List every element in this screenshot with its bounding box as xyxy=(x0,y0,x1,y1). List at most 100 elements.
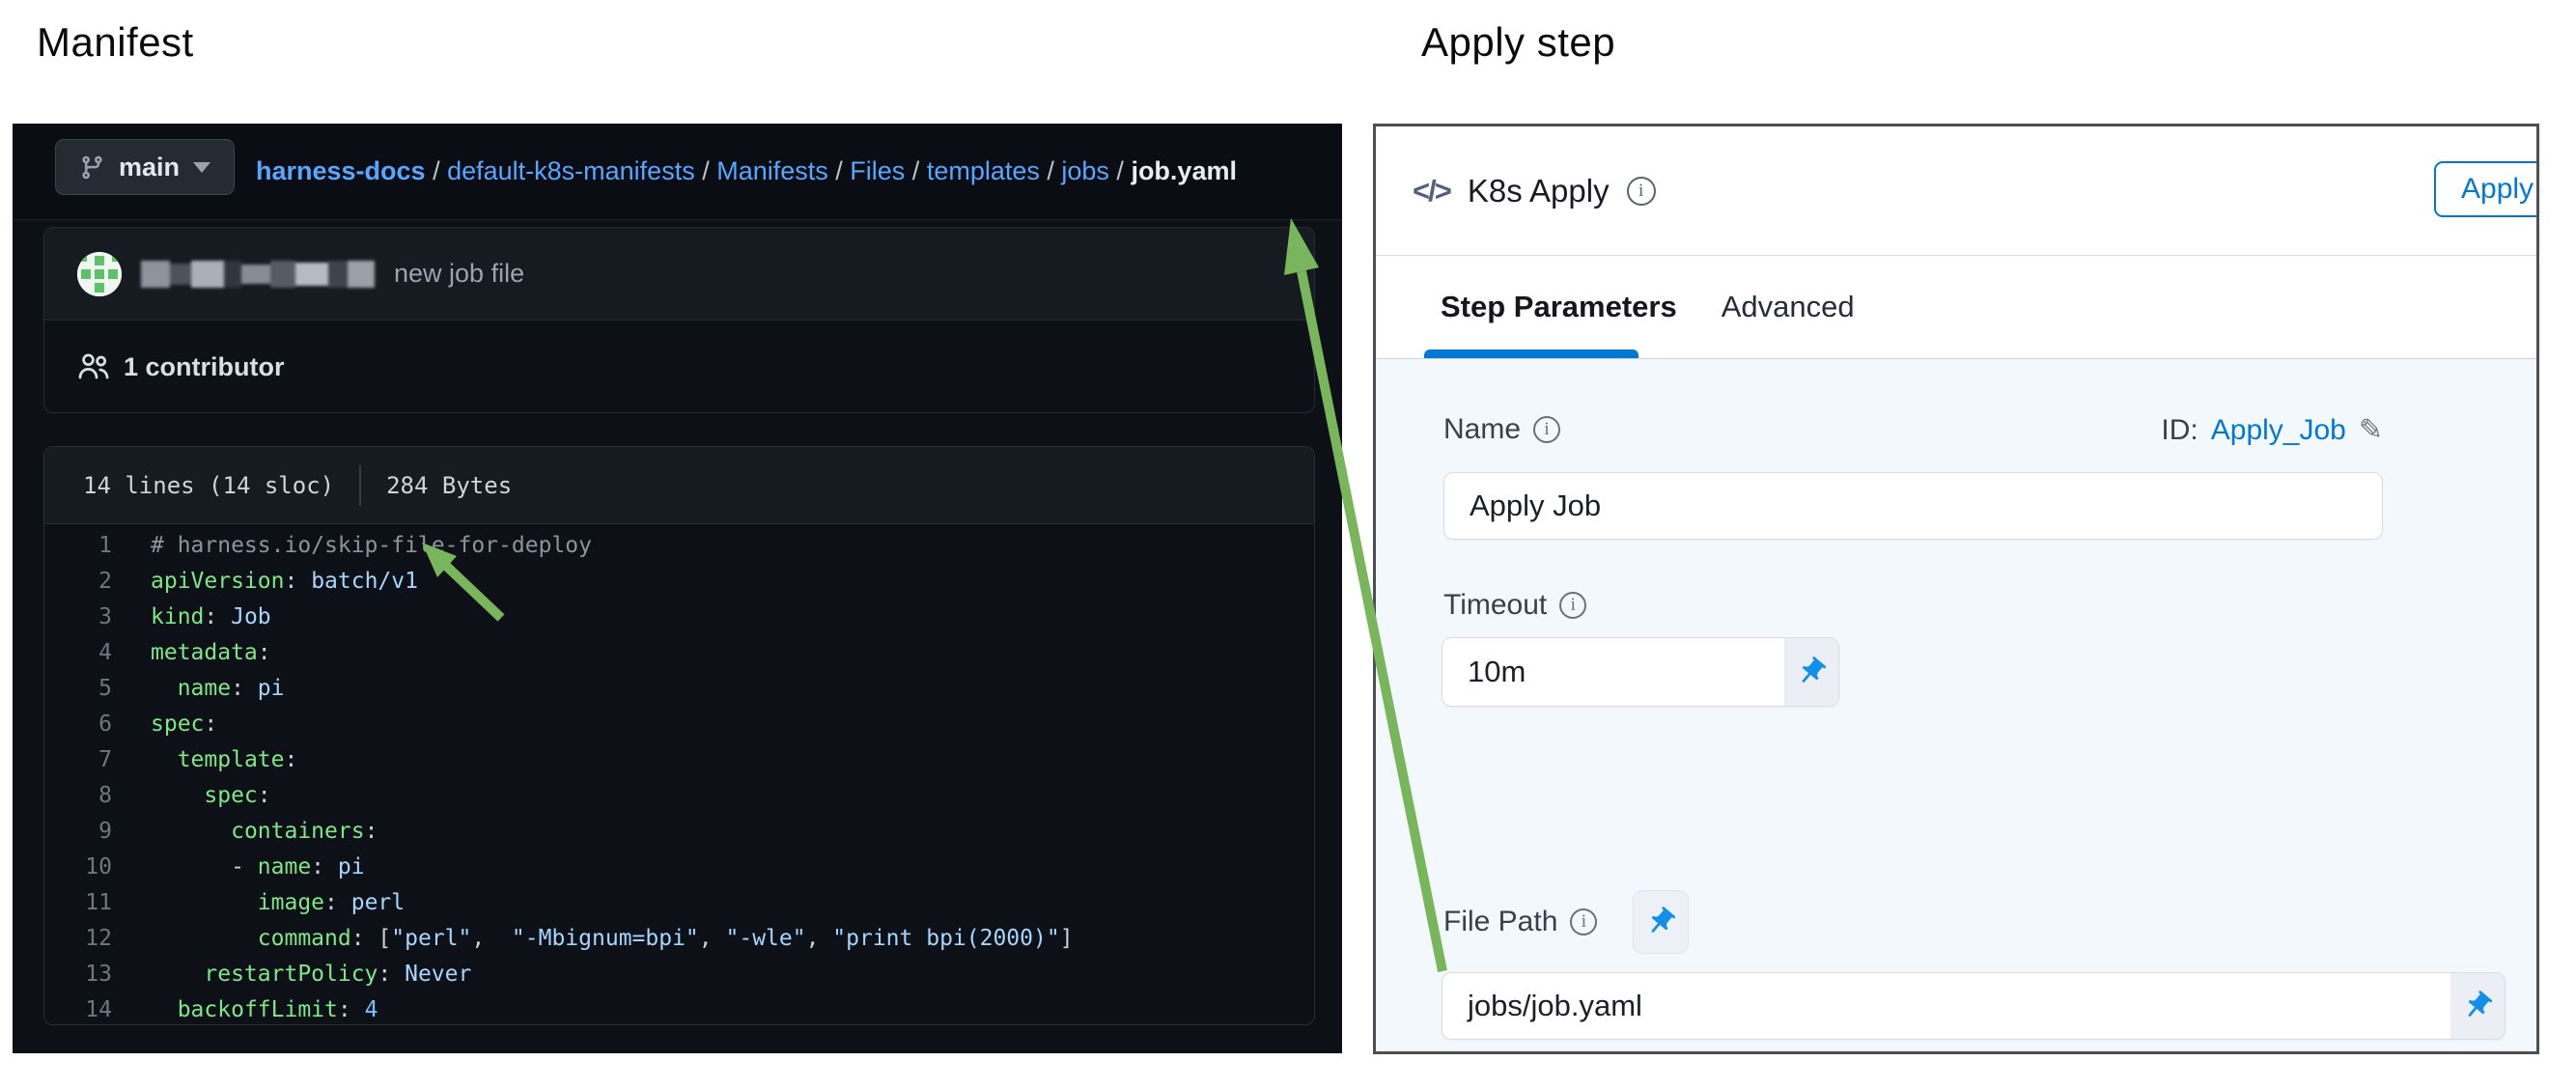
breadcrumb-current-file: job.yaml xyxy=(1131,156,1237,186)
line-content: spec: xyxy=(112,778,271,814)
line-content: - name: pi xyxy=(112,850,365,885)
file-path-input[interactable]: jobs/job.yaml xyxy=(1442,972,2506,1040)
line-content: # harness.io/skip-file-for-deploy xyxy=(112,528,592,564)
k8s-apply-step-panel: </> K8s Apply Apply Step Parameters Adva… xyxy=(1373,124,2539,1054)
line-number[interactable]: 8 xyxy=(44,778,112,814)
code-line: 5 name: pi xyxy=(44,671,1314,707)
file-path-label-text: File Path xyxy=(1443,906,1557,938)
git-branch-icon xyxy=(79,154,105,181)
tab-advanced[interactable]: Advanced xyxy=(1722,290,1855,324)
code-line: 8 spec: xyxy=(44,778,1314,814)
people-icon xyxy=(77,350,110,383)
tab-step-parameters[interactable]: Step Parameters xyxy=(1441,290,1677,324)
identicon-image xyxy=(77,252,122,296)
github-file-header: main harness-docs / default-k8s-manifest… xyxy=(13,124,1342,220)
line-number[interactable]: 11 xyxy=(44,885,112,921)
apply-step-title: Apply step xyxy=(1421,19,1615,66)
timeout-input[interactable]: 10m xyxy=(1442,637,1839,707)
line-content: metadata: xyxy=(112,635,271,671)
line-number[interactable]: 14 xyxy=(44,992,112,1025)
breadcrumb-separator: / xyxy=(1109,156,1132,186)
line-content: template: xyxy=(112,742,297,778)
breadcrumb-separator: / xyxy=(426,156,448,186)
line-number[interactable]: 6 xyxy=(44,707,112,742)
code-line: 14 backoffLimit: 4 xyxy=(44,992,1314,1025)
code-viewer[interactable]: 1# harness.io/skip-file-for-deploy2apiVe… xyxy=(44,524,1314,1025)
runtime-input-pin-icon[interactable] xyxy=(1784,638,1838,706)
code-line: 6spec: xyxy=(44,707,1314,742)
runtime-input-pin-icon[interactable] xyxy=(2450,973,2505,1039)
breadcrumb-link-templates[interactable]: templates xyxy=(927,156,1040,186)
name-field-label: Name xyxy=(1443,413,1560,446)
code-line: 2apiVersion: batch/v1 xyxy=(44,564,1314,600)
step-title: K8s Apply xyxy=(1468,173,1610,209)
line-number[interactable]: 13 xyxy=(44,957,112,992)
line-content: apiVersion: batch/v1 xyxy=(112,564,418,600)
breadcrumb-separator: / xyxy=(905,156,927,186)
timeout-label-text: Timeout xyxy=(1443,589,1547,622)
contributors-label: 1 contributor xyxy=(124,352,285,382)
github-file-panel: main harness-docs / default-k8s-manifest… xyxy=(13,124,1342,1053)
file-path-field-label: File Path xyxy=(1443,888,1689,956)
step-id-link[interactable]: Apply_Job xyxy=(2211,414,2346,447)
active-tab-indicator xyxy=(1424,349,1638,358)
edit-id-pencil-icon[interactable]: ✎ xyxy=(2359,413,2383,447)
breadcrumb-separator: / xyxy=(828,156,851,186)
line-number[interactable]: 2 xyxy=(44,564,112,600)
line-number[interactable]: 9 xyxy=(44,814,112,850)
code-line: 13 restartPolicy: Never xyxy=(44,957,1314,992)
code-line: 11 image: perl xyxy=(44,885,1314,921)
manifest-title: Manifest xyxy=(37,19,194,66)
step-parameters-form: Name ID: Apply_Job ✎ Apply Job Timeout 1… xyxy=(1376,359,2536,1051)
line-count: 14 lines (14 sloc) xyxy=(83,472,334,499)
breadcrumb-separator: / xyxy=(695,156,717,186)
code-line: 12 command: ["perl", "-Mbignum=bpi", "-w… xyxy=(44,921,1314,957)
commit-message[interactable]: new job file xyxy=(394,259,524,289)
line-number[interactable]: 5 xyxy=(44,671,112,707)
step-header: </> K8s Apply Apply xyxy=(1376,126,2536,256)
line-number[interactable]: 1 xyxy=(44,528,112,564)
file-stats-bar: 14 lines (14 sloc) 284 Bytes xyxy=(44,447,1314,524)
info-icon[interactable] xyxy=(1627,177,1656,206)
line-number[interactable]: 3 xyxy=(44,600,112,635)
step-tabs: Step Parameters Advanced xyxy=(1376,256,2536,359)
line-number[interactable]: 7 xyxy=(44,742,112,778)
file-size: 284 Bytes xyxy=(386,472,512,499)
file-path-pin-button[interactable] xyxy=(1633,890,1689,954)
branch-name: main xyxy=(119,153,180,182)
line-content: spec: xyxy=(112,707,217,742)
breadcrumb-link-harness-docs[interactable]: harness-docs xyxy=(256,156,426,186)
code-line: 4metadata: xyxy=(44,635,1314,671)
branch-selector-button[interactable]: main xyxy=(55,139,235,195)
page: Manifest Apply step main harness-docs / … xyxy=(0,0,2576,1089)
line-number[interactable]: 4 xyxy=(44,635,112,671)
code-box: 14 lines (14 sloc) 284 Bytes 1# harness.… xyxy=(43,446,1315,1025)
latest-commit-row: new job file xyxy=(44,228,1314,321)
timeout-field-label: Timeout xyxy=(1443,589,1586,622)
line-content: backoffLimit: 4 xyxy=(112,992,378,1025)
info-icon[interactable] xyxy=(1533,416,1560,443)
line-content: image: perl xyxy=(112,885,405,921)
breadcrumb-link-default-k8s-manifests[interactable]: default-k8s-manifests xyxy=(447,156,695,186)
commit-box: new job file 1 contributor xyxy=(43,227,1315,413)
line-number[interactable]: 10 xyxy=(44,850,112,885)
code-line: 10 - name: pi xyxy=(44,850,1314,885)
name-input[interactable]: Apply Job xyxy=(1443,472,2383,540)
file-path-input-value: jobs/job.yaml xyxy=(1442,989,2450,1023)
avatar[interactable] xyxy=(77,252,122,296)
line-number[interactable]: 12 xyxy=(44,921,112,957)
breadcrumb-link-jobs[interactable]: jobs xyxy=(1061,156,1109,186)
breadcrumb: harness-docs / default-k8s-manifests / M… xyxy=(256,124,1237,219)
breadcrumb-link-Files[interactable]: Files xyxy=(850,156,905,186)
code-line: 7 template: xyxy=(44,742,1314,778)
line-content: command: ["perl", "-Mbignum=bpi", "-wle"… xyxy=(112,921,1074,957)
step-id-block: ID: Apply_Job ✎ xyxy=(2161,413,2383,447)
commit-author-redacted xyxy=(141,261,375,288)
code-line: 3kind: Job xyxy=(44,600,1314,635)
apply-button[interactable]: Apply xyxy=(2434,161,2539,217)
info-icon[interactable] xyxy=(1559,592,1586,619)
line-content: kind: Job xyxy=(112,600,271,635)
contributors-row[interactable]: 1 contributor xyxy=(44,321,1314,413)
breadcrumb-link-Manifests[interactable]: Manifests xyxy=(716,156,828,186)
info-icon[interactable] xyxy=(1570,908,1597,935)
